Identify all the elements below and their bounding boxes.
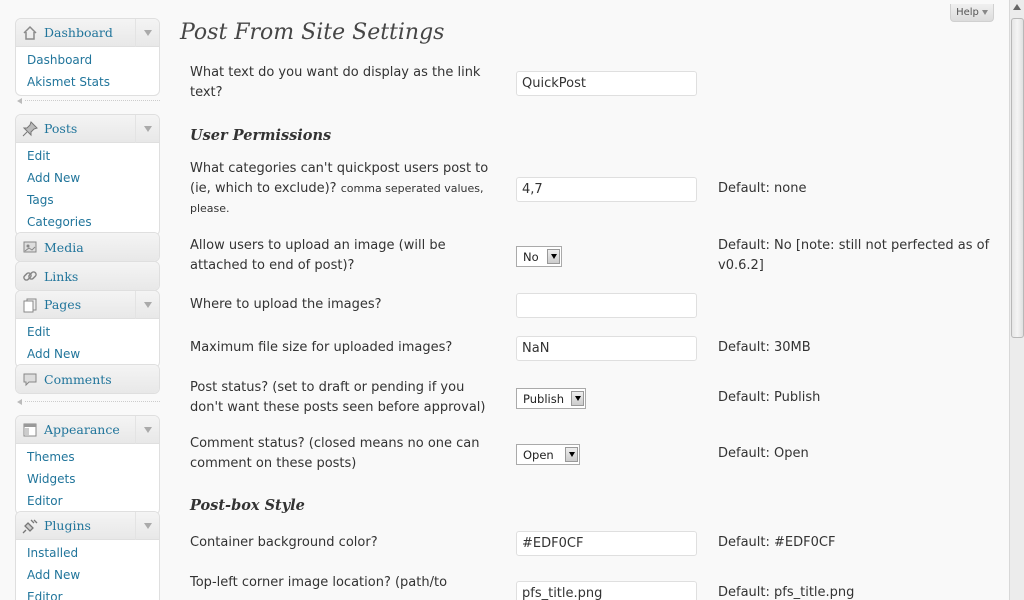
- vertical-scrollbar[interactable]: [1009, 0, 1024, 600]
- upload-location-input[interactable]: [516, 293, 697, 318]
- menu-comments[interactable]: Comments: [16, 365, 159, 393]
- allow-upload-select[interactable]: No: [516, 246, 562, 267]
- dropdown-arrow-icon: [565, 447, 578, 462]
- menu-links[interactable]: Links: [16, 262, 159, 290]
- upload-location-label: Where to upload the images?: [190, 297, 382, 312]
- menu-pages-label: Pages: [44, 297, 82, 312]
- media-icon: [22, 239, 38, 255]
- help-label: Help: [956, 7, 979, 18]
- menu-group-plugins: Plugins Installed Add New Editor: [15, 511, 160, 600]
- menu-group-pages: Pages Edit Add New: [15, 290, 160, 368]
- menu-group-appearance: Appearance Themes Widgets Editor: [15, 415, 160, 515]
- menu-toggle-posts[interactable]: [135, 115, 159, 143]
- appearance-icon: [22, 422, 38, 438]
- post-status-label: Post status? (set to draft or pending if…: [190, 380, 486, 415]
- topleft-image-default: Default: pfs_title.png: [718, 585, 855, 600]
- menu-comments-label: Comments: [44, 371, 112, 387]
- submenu-pages-add-new[interactable]: Add New: [16, 343, 159, 365]
- menu-posts-label: Posts: [44, 121, 78, 136]
- submenu-plugins-add-new[interactable]: Add New: [16, 564, 159, 586]
- submenu-posts-categories[interactable]: Categories: [16, 211, 159, 233]
- submenu-akismet-stats[interactable]: Akismet Stats: [16, 71, 159, 93]
- menu-toggle-plugins[interactable]: [135, 512, 159, 540]
- menu-group-comments: Comments: [15, 364, 160, 394]
- home-icon: [22, 25, 38, 41]
- allow-upload-default: Default: No [note: still not perfected a…: [718, 238, 990, 273]
- menu-dashboard-label: Dashboard: [44, 25, 113, 40]
- submenu-appearance-editor[interactable]: Editor: [16, 490, 159, 512]
- menu-group-posts: Posts Edit Add New Tags Categories: [15, 114, 160, 236]
- pushpin-icon: [22, 120, 38, 137]
- post-status-value: Publish: [523, 391, 564, 406]
- comment-status-default: Default: Open: [718, 446, 809, 461]
- comments-icon: [22, 371, 38, 387]
- page-title: Post From Site Settings: [180, 20, 445, 45]
- submenu-pages-edit[interactable]: Edit: [16, 321, 159, 343]
- topleft-image-label: Top-left corner image location? (path/to: [190, 575, 448, 590]
- exclude-categories-label: What categories can't quickpost users po…: [190, 159, 500, 219]
- max-file-size-default: Default: 30MB: [718, 340, 811, 355]
- menu-toggle-dashboard[interactable]: [135, 19, 159, 47]
- menu-pages[interactable]: Pages: [16, 291, 159, 319]
- submenu-plugins-installed[interactable]: Installed: [16, 542, 159, 564]
- menu-toggle-appearance[interactable]: [135, 416, 159, 444]
- max-file-size-input[interactable]: [516, 336, 697, 361]
- menu-plugins-label: Plugins: [44, 518, 91, 533]
- menu-media-label: Media: [44, 239, 84, 255]
- comment-status-select[interactable]: Open: [516, 444, 580, 465]
- chevron-down-icon: [981, 10, 988, 15]
- exclude-categories-default: Default: none: [718, 181, 807, 196]
- menu-appearance-label: Appearance: [44, 422, 120, 437]
- help-tab[interactable]: Help: [950, 4, 994, 22]
- comment-status-label: Comment status? (closed means no one can…: [190, 436, 480, 471]
- link-text-label: What text do you want do display as the …: [190, 65, 481, 100]
- submenu-appearance-themes[interactable]: Themes: [16, 446, 159, 468]
- dropdown-arrow-icon: [547, 249, 560, 264]
- allow-upload-value: No: [523, 249, 539, 264]
- menu-toggle-pages[interactable]: [135, 291, 159, 319]
- submenu-appearance-widgets[interactable]: Widgets: [16, 468, 159, 490]
- menu-separator[interactable]: [15, 96, 160, 106]
- post-status-default: Default: Publish: [718, 390, 821, 405]
- pages-icon: [22, 297, 38, 313]
- container-bg-input[interactable]: [516, 531, 697, 556]
- submenu-dashboard[interactable]: Dashboard: [16, 49, 159, 71]
- menu-dashboard[interactable]: Dashboard: [16, 19, 159, 47]
- menu-group-dashboard: Dashboard Dashboard Akismet Stats: [15, 18, 160, 96]
- scrollbar-thumb[interactable]: [1011, 18, 1024, 338]
- allow-upload-label: Allow users to upload an image (will be …: [190, 238, 446, 273]
- submenu-posts-edit[interactable]: Edit: [16, 145, 159, 167]
- menu-media[interactable]: Media: [16, 233, 159, 261]
- max-file-size-label: Maximum file size for uploaded images?: [190, 340, 453, 355]
- menu-appearance[interactable]: Appearance: [16, 416, 159, 444]
- topleft-image-input[interactable]: [516, 581, 697, 600]
- link-text-input[interactable]: [516, 71, 697, 96]
- post-status-select[interactable]: Publish: [516, 388, 586, 409]
- submenu-posts-add-new[interactable]: Add New: [16, 167, 159, 189]
- menu-separator[interactable]: [15, 397, 160, 407]
- submenu-posts-tags[interactable]: Tags: [16, 189, 159, 211]
- dropdown-arrow-icon: [571, 391, 584, 406]
- menu-posts[interactable]: Posts: [16, 115, 159, 143]
- menu-group-links: Links: [15, 261, 160, 291]
- exclude-categories-input[interactable]: [516, 177, 697, 202]
- container-bg-label: Container background color?: [190, 535, 378, 550]
- menu-plugins[interactable]: Plugins: [16, 512, 159, 540]
- submenu-plugins-editor[interactable]: Editor: [16, 586, 159, 600]
- plugin-icon: [22, 518, 38, 534]
- container-bg-default: Default: #EDF0CF: [718, 535, 836, 550]
- menu-group-media: Media: [15, 232, 160, 262]
- section-user-permissions: User Permissions: [190, 127, 332, 144]
- menu-links-label: Links: [44, 268, 79, 284]
- link-icon: [22, 268, 38, 284]
- comment-status-value: Open: [523, 447, 554, 462]
- section-postbox-style: Post-box Style: [190, 497, 305, 514]
- scroll-up-icon[interactable]: [1013, 4, 1021, 10]
- admin-sidebar: Dashboard Dashboard Akismet Stats Posts …: [0, 0, 170, 600]
